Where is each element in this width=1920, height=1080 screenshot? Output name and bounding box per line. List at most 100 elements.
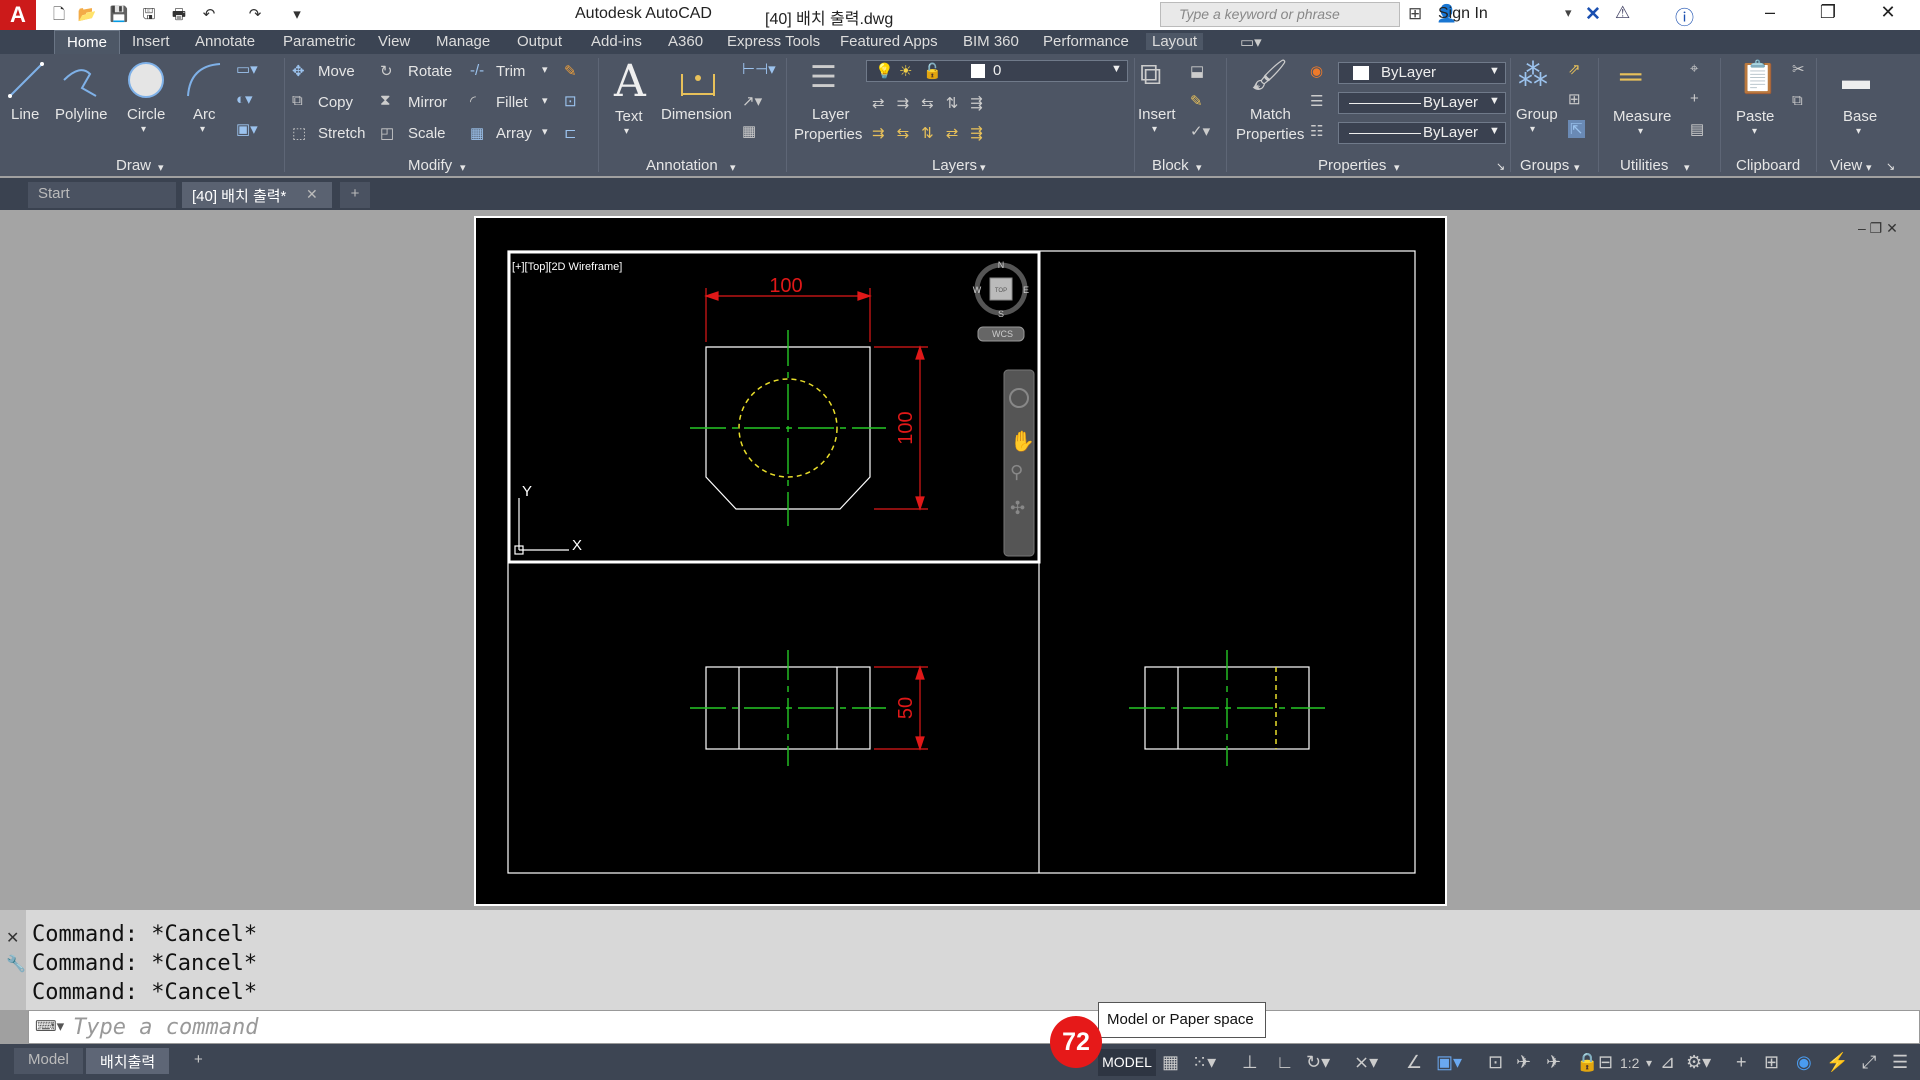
draw-panel-chevron-icon[interactable]: ▾ <box>158 161 164 174</box>
open-file-icon[interactable]: 📂 <box>76 4 98 26</box>
zoom-extents-icon[interactable]: ⚲ <box>1010 462 1023 483</box>
mirror-button[interactable]: Mirror <box>408 94 447 111</box>
move-button[interactable]: Move <box>318 63 355 80</box>
cut-icon[interactable]: ✂ <box>1792 60 1805 78</box>
save-icon[interactable]: 💾 <box>108 4 130 26</box>
side-view[interactable] <box>1129 650 1325 766</box>
infer-constraints-icon[interactable]: ⊥ <box>1242 1052 1258 1073</box>
viewport-label[interactable]: [+][Top][2D Wireframe] <box>512 261 622 273</box>
array-icon[interactable]: ▦ <box>470 124 484 142</box>
properties-panel-title[interactable]: Properties <box>1318 157 1386 174</box>
groups-panel-chevron-icon[interactable]: ▾ <box>1574 161 1580 174</box>
id-point-icon[interactable]: + <box>1690 90 1699 107</box>
view-panel-chevron-icon[interactable]: ▾ <box>1866 161 1872 174</box>
layout-tab-active[interactable]: 배치출력 <box>86 1048 170 1074</box>
mirror-icon[interactable]: ⧗ <box>380 92 391 109</box>
plot-icon[interactable]: 🖶 <box>168 4 190 26</box>
units-icon[interactable]: ⊞ <box>1764 1052 1779 1073</box>
search-input[interactable]: Type a keyword or phrase <box>1160 2 1400 27</box>
tab-manage[interactable]: Manage <box>436 33 490 50</box>
move-icon[interactable]: ✥ <box>292 62 305 80</box>
leader-icon[interactable]: ↗▾ <box>742 92 762 110</box>
group-chevron-icon[interactable]: ▾ <box>1530 124 1535 135</box>
attributes-icon[interactable]: ✓▾ <box>1190 122 1210 140</box>
close-tab-icon[interactable]: ✕ <box>306 186 318 203</box>
workspace-gear-icon[interactable]: ⚙▾ <box>1686 1052 1711 1073</box>
tab-featured-apps[interactable]: Featured Apps <box>840 33 938 50</box>
utilities-panel-chevron-icon[interactable]: ▾ <box>1684 161 1690 174</box>
match-properties-line2[interactable]: Properties <box>1236 126 1304 143</box>
minimize-icon[interactable]: – <box>1750 2 1790 28</box>
edit-block-icon[interactable]: ✎ <box>1190 92 1203 110</box>
tab-addins[interactable]: Add-ins <box>591 33 642 50</box>
block-panel-title[interactable]: Block <box>1152 157 1189 174</box>
tab-annotate[interactable]: Annotate <box>195 33 255 50</box>
annotation-visibility-icon[interactable]: ✈ <box>1516 1052 1531 1073</box>
restore-icon[interactable]: ❐ <box>1808 2 1848 28</box>
line-icon[interactable] <box>6 60 46 100</box>
arc-icon[interactable] <box>184 60 224 100</box>
wcs-menu[interactable]: WCS <box>992 329 1013 339</box>
lineweight-display-icon[interactable]: ⊡ <box>1488 1052 1503 1073</box>
lineweight-dropdown[interactable]: ByLayer ▼ <box>1338 122 1506 144</box>
tab-home[interactable]: Home <box>54 30 121 54</box>
color-dropdown[interactable]: ByLayer ▼ <box>1338 62 1506 84</box>
front-view[interactable]: 50 <box>690 650 928 766</box>
match-properties-icon[interactable]: 🖌 <box>1250 58 1288 93</box>
measure-button[interactable]: Measure <box>1613 108 1671 125</box>
tab-parametric[interactable]: Parametric <box>283 33 356 50</box>
stretch-button[interactable]: Stretch <box>318 125 366 142</box>
paste-chevron-icon[interactable]: ▾ <box>1752 126 1757 137</box>
tab-express-tools[interactable]: Express Tools <box>727 33 820 50</box>
model-layout-tab[interactable]: Model <box>14 1048 83 1074</box>
insert-block-icon[interactable]: ⧉ <box>1140 58 1161 92</box>
layers-panel-title[interactable]: Layers <box>932 157 977 174</box>
calculator-icon[interactable]: ▤ <box>1690 120 1704 138</box>
group-button[interactable]: Group <box>1516 106 1558 123</box>
measure-chevron-icon[interactable]: ▾ <box>1638 126 1643 137</box>
tab-output[interactable]: Output <box>517 33 562 50</box>
customize-chevron-icon[interactable]: ▾ <box>286 4 308 26</box>
customization-menu-icon[interactable]: ☰ <box>1892 1052 1908 1073</box>
array-button[interactable]: Array <box>496 125 532 142</box>
fillet-icon[interactable]: ◜ <box>470 92 476 110</box>
sign-in-link[interactable]: Sign In <box>1438 5 1488 23</box>
navigation-bar[interactable]: ✋ ⚲ ✣ <box>1003 369 1035 557</box>
annotation-panel-chevron-icon[interactable]: ▾ <box>730 161 736 174</box>
circle-chevron-icon[interactable]: ▾ <box>141 124 146 135</box>
active-viewport[interactable] <box>507 250 1041 564</box>
start-tab[interactable]: Start <box>28 182 176 208</box>
rotate-icon[interactable]: ↻ <box>380 62 393 80</box>
paste-button[interactable]: Paste <box>1736 108 1774 125</box>
customize-wrench-icon[interactable]: 🔧 <box>6 954 26 974</box>
trim-chevron-icon[interactable]: ▾ <box>542 63 548 76</box>
close-command-icon[interactable]: ✕ <box>6 928 19 948</box>
viewport-scale-icon[interactable]: ⊟ <box>1598 1052 1613 1073</box>
new-file-icon[interactable]: 🗋 <box>48 4 70 26</box>
tab-layout[interactable]: Layout <box>1146 33 1204 50</box>
modify-panel-title[interactable]: Modify <box>408 157 452 174</box>
groups-panel-title[interactable]: Groups <box>1520 157 1569 174</box>
utilities-panel-title[interactable]: Utilities <box>1620 157 1668 174</box>
line-button[interactable]: Line <box>11 106 39 123</box>
text-chevron-icon[interactable]: ▾ <box>624 126 629 137</box>
copy-clip-icon[interactable]: ⧉ <box>1792 92 1803 109</box>
close-icon[interactable]: ✕ <box>1868 2 1908 28</box>
tab-a360[interactable]: A360 <box>668 33 703 50</box>
arc-chevron-icon[interactable]: ▾ <box>200 124 205 135</box>
command-input[interactable]: ⌨▾ Type a command <box>28 1010 1920 1044</box>
modify-panel-chevron-icon[interactable]: ▾ <box>460 161 466 174</box>
auto-scale-icon[interactable]: ✈ <box>1546 1052 1561 1073</box>
text-button[interactable]: Text <box>615 108 643 125</box>
group-edit-icon[interactable]: ⊞ <box>1568 90 1581 108</box>
polar-icon[interactable]: ↻▾ <box>1306 1052 1330 1073</box>
properties-launcher-icon[interactable]: ↘ <box>1496 160 1505 173</box>
text-icon[interactable]: A <box>614 56 646 107</box>
copy-button[interactable]: Copy <box>318 94 353 111</box>
lock-ui-icon[interactable]: 🔒 <box>1576 1052 1598 1073</box>
scale-chevron-icon[interactable]: ▾ <box>1646 1056 1652 1070</box>
autocad-logo-icon[interactable]: A <box>0 0 36 30</box>
insert-button[interactable]: Insert <box>1138 106 1176 123</box>
copy-icon[interactable]: ⧉ <box>292 92 303 109</box>
dimension-icon[interactable] <box>678 60 718 100</box>
